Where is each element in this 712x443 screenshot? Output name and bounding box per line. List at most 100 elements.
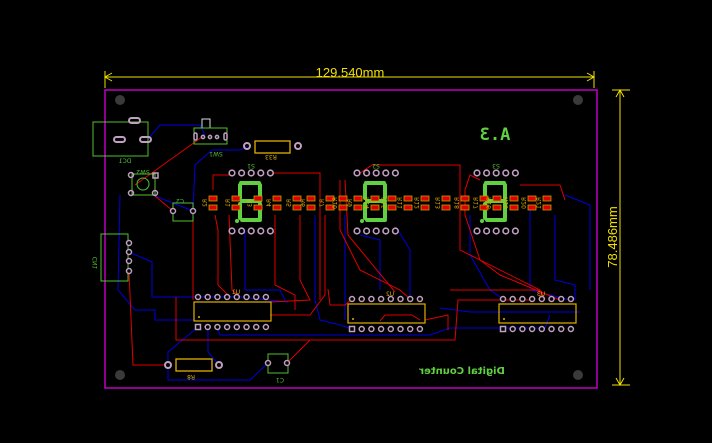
- resistor-r15[interactable]: R15: [381, 195, 397, 211]
- connector-cn1[interactable]: CN1: [92, 233, 133, 282]
- pin-pad: [252, 293, 260, 301]
- resistor-label: R1: [225, 199, 232, 207]
- svg-text:R8: R8: [187, 373, 195, 380]
- pin-pad: [238, 227, 246, 235]
- resistor-r8[interactable]: R8: [164, 358, 223, 380]
- pin-pad: [228, 227, 236, 235]
- pin1-marker: [503, 318, 505, 320]
- pin-pad: [204, 323, 211, 331]
- decimal-point: [480, 219, 484, 223]
- smd-pad: [306, 204, 316, 211]
- resistor-r12[interactable]: R12: [414, 195, 430, 211]
- capacitor-c1[interactable]: C1: [264, 353, 291, 383]
- smd-pad: [387, 195, 397, 202]
- pin-pad: [257, 227, 265, 235]
- smd-pad: [420, 195, 430, 202]
- ic-u1[interactable]: U1: [193, 289, 272, 331]
- bottom-copper-traces: [117, 124, 591, 381]
- board-marking: A.3: [480, 125, 511, 145]
- resistor-r2[interactable]: R2: [202, 195, 218, 211]
- pin-pad: [483, 169, 491, 177]
- smd-pad: [542, 204, 552, 211]
- smd-pad: [509, 195, 519, 202]
- ic-u3[interactable]: U3: [498, 291, 577, 333]
- pin-pad: [382, 169, 390, 177]
- resistor-r33[interactable]: R33: [243, 140, 302, 160]
- pin-pad: [262, 293, 270, 301]
- dc1-label: DC1: [119, 158, 132, 165]
- resistor-r5[interactable]: R5: [286, 195, 302, 211]
- pin-pad: [377, 325, 385, 333]
- resistor-r13[interactable]: R13: [435, 195, 451, 211]
- smd-pad: [527, 195, 537, 202]
- pcb-canvas[interactable]: 129.540mm 78.486mm DC1 SW1 R33 SW2 C2 CN…: [0, 0, 712, 443]
- mount-hole: [573, 370, 583, 380]
- pin-pad: [548, 295, 555, 303]
- pin-pad: [372, 227, 380, 235]
- smd-pad: [441, 195, 451, 202]
- resistor-r18[interactable]: R18: [454, 195, 470, 211]
- pin-pad: [348, 325, 356, 333]
- pin-pad: [483, 227, 491, 235]
- svg-text:SW2: SW2: [136, 168, 150, 175]
- pin-pad: [368, 325, 375, 333]
- pin-pad: [502, 169, 510, 177]
- resistor-label: R5: [286, 199, 293, 207]
- ic-u2[interactable]: U2: [347, 291, 426, 333]
- pin-pad: [509, 295, 516, 303]
- u2-label: U2: [386, 291, 394, 298]
- resistor-r9[interactable]: R9: [347, 195, 363, 211]
- dc-jack-dc1[interactable]: DC1: [92, 117, 152, 165]
- pin-pad: [387, 325, 395, 333]
- pin-pad: [363, 227, 371, 235]
- pin-pad: [243, 323, 250, 331]
- resistor-label: R4: [266, 199, 273, 207]
- smd-pad: [460, 195, 470, 202]
- pin-pad: [548, 325, 555, 333]
- smd-pad: [353, 195, 363, 202]
- u3-label: U3: [537, 291, 545, 298]
- smd-pad: [353, 204, 363, 211]
- resistor-r19[interactable]: R19: [503, 195, 519, 211]
- smd-pad: [338, 204, 348, 211]
- mount-hole: [115, 370, 125, 380]
- ic-outline: [498, 303, 577, 324]
- resistor-r11[interactable]: R11: [397, 195, 413, 211]
- pin-pad: [353, 227, 361, 235]
- resistor-label: R6: [300, 199, 307, 207]
- sw1-label: SW1: [209, 150, 223, 157]
- resistor-label: R14: [364, 197, 371, 209]
- smd-pad: [370, 195, 380, 202]
- pin-pad: [557, 325, 565, 333]
- capacitor-c2[interactable]: C2: [169, 197, 197, 222]
- smd-pad: [387, 204, 397, 211]
- smd-pad: [272, 195, 282, 202]
- resistor-r1[interactable]: R1: [225, 195, 241, 211]
- pin-pad: [377, 295, 385, 303]
- pin-pad: [528, 325, 536, 333]
- pin-pad: [416, 325, 424, 333]
- pin-pad: [397, 325, 404, 333]
- pin-pad: [247, 227, 255, 235]
- resistor-r4[interactable]: R4: [266, 195, 282, 211]
- pin-pad: [492, 227, 500, 235]
- smd-pad: [441, 204, 451, 211]
- resistor-label: R7: [319, 199, 326, 207]
- smd-pad: [509, 204, 519, 211]
- smd-pad: [231, 204, 241, 211]
- pin-pad: [214, 293, 221, 301]
- resistor-r20[interactable]: R20: [521, 195, 537, 211]
- resistor-r6[interactable]: R6: [300, 195, 316, 211]
- svg-text:CN1: CN1: [92, 257, 99, 270]
- pin-pad: [406, 295, 414, 303]
- pin-pad: [511, 227, 520, 235]
- width-label: 129.540mm: [316, 65, 385, 80]
- smd-pad: [420, 204, 430, 211]
- s2-label: S2: [372, 162, 380, 169]
- pin-pad: [519, 325, 526, 333]
- ic-outline: [193, 301, 272, 322]
- pin-pad: [416, 295, 424, 303]
- smd-pad: [403, 204, 413, 211]
- resistor-r21[interactable]: R21: [536, 195, 552, 211]
- height-label: 78.486mm: [605, 206, 620, 267]
